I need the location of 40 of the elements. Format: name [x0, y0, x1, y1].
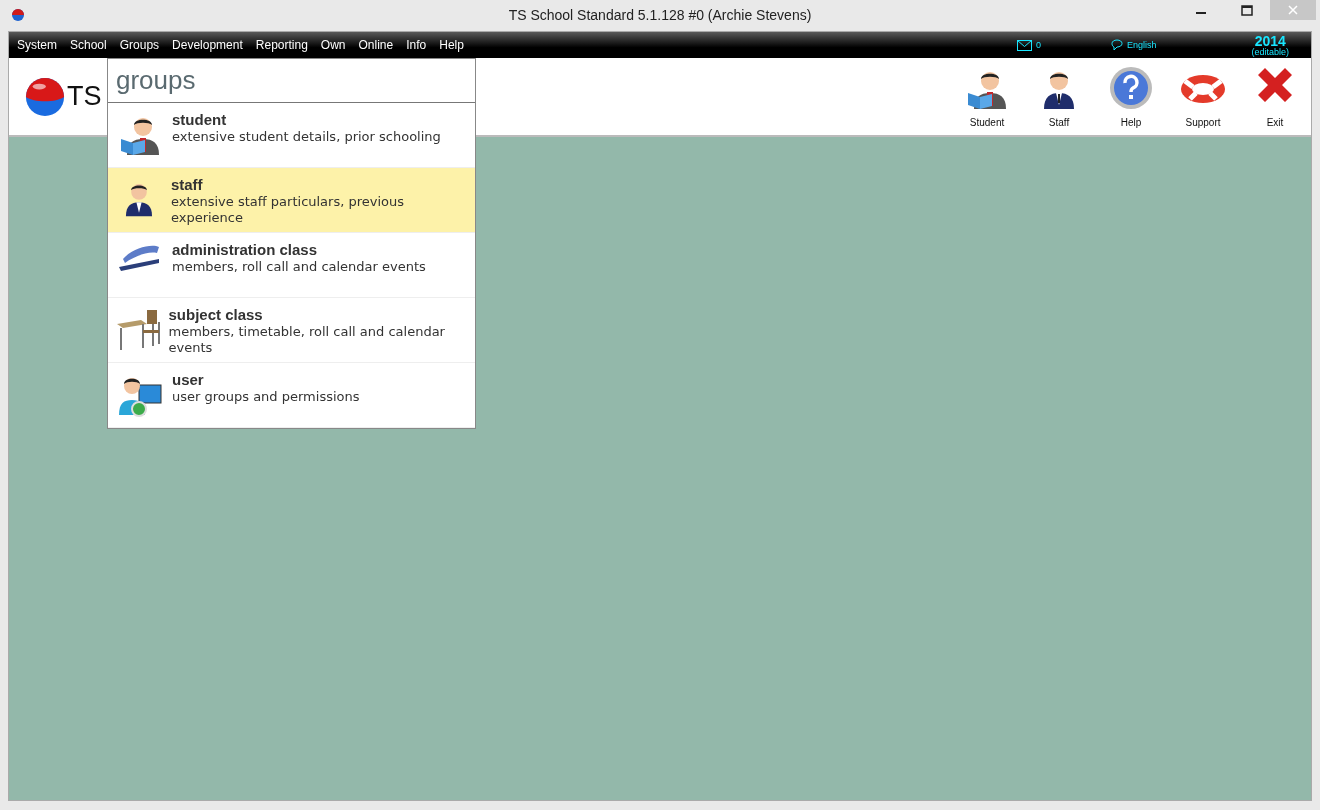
dropdown-item[interactable]: staff extensive staff particulars, previous experience: [108, 168, 475, 233]
item-description: members, timetable, roll call and calendar events: [168, 324, 446, 356]
app-logo-icon: [11, 8, 25, 22]
item-description: extensive staff particulars, previous experience: [170, 194, 406, 226]
language-selector[interactable]: English: [1126, 40, 1157, 50]
item-description: extensive student details, prior schooling: [172, 129, 441, 145]
dropdown-item[interactable]: user user groups and permissions: [108, 363, 475, 428]
toolbar-button[interactable]: Support: [1167, 65, 1239, 128]
toolbar-button[interactable]: Exit: [1239, 65, 1311, 128]
window-title: TS School Standard 5.1.128 #0 (Archie Stevens): [507, 7, 813, 23]
item-description: user groups and permissions: [172, 389, 360, 405]
dropdown-item[interactable]: subject class members, timetable, roll call and calendar events: [108, 298, 475, 363]
menu-item[interactable]: Info: [401, 38, 435, 52]
dropdown-title: groups: [108, 59, 475, 103]
item-title: staff: [170, 176, 204, 193]
message-count[interactable]: 0: [1035, 40, 1041, 50]
item-title: user: [172, 371, 205, 388]
item-description: members, roll call and calendar events: [172, 259, 426, 275]
year-note: (editable): [1251, 47, 1289, 57]
menu-item[interactable]: School: [65, 38, 115, 52]
year-label[interactable]: 2014: [1254, 33, 1286, 48]
menu-item[interactable]: Development: [167, 38, 251, 52]
toolbar-button[interactable]: Help: [1095, 65, 1167, 128]
menu-item[interactable]: Reporting: [250, 38, 316, 52]
envelope-icon[interactable]: [1016, 39, 1032, 51]
speech-bubble-icon[interactable]: [1110, 39, 1123, 51]
menu-item[interactable]: System: [12, 38, 65, 52]
toolbar-button[interactable]: Staff: [1023, 65, 1095, 128]
toolbar-button[interactable]: Student: [951, 65, 1023, 128]
item-title: student: [172, 111, 228, 128]
logo-text: TS: [67, 81, 102, 112]
dropdown-item[interactable]: administration class members, roll call and calendar events: [108, 233, 475, 298]
menu-item[interactable]: Online: [353, 38, 402, 52]
menu-item[interactable]: Help: [434, 38, 472, 52]
item-title: subject class: [168, 306, 264, 323]
menu-item[interactable]: Own: [315, 38, 354, 52]
menu-item[interactable]: Groups: [114, 38, 168, 52]
globe-logo-icon: [25, 76, 65, 117]
help-icon: [1108, 65, 1154, 111]
item-title: administration class: [172, 241, 319, 258]
